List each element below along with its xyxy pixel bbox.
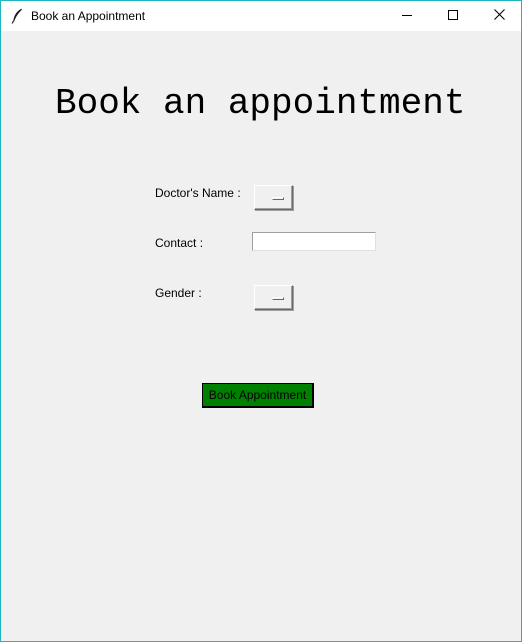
close-icon: [493, 7, 505, 25]
maximize-button[interactable]: [430, 1, 476, 31]
dropdown-indicator-icon: [272, 297, 284, 300]
maximize-icon: [448, 7, 458, 25]
title-bar[interactable]: Book an Appointment: [1, 1, 521, 31]
dropdown-indicator-icon: [272, 197, 284, 200]
close-button[interactable]: [476, 1, 522, 31]
app-window: Book an Appointment Book an appointment …: [0, 0, 522, 642]
contact-label: Contact :: [155, 236, 204, 250]
contact-input[interactable]: [252, 232, 376, 251]
book-appointment-button[interactable]: Book Appointment: [202, 383, 314, 408]
doctor-name-dropdown[interactable]: [254, 185, 293, 210]
feather-icon: [11, 8, 23, 24]
minimize-button[interactable]: [384, 1, 430, 31]
gender-dropdown[interactable]: [254, 285, 293, 310]
page-title: Book an appointment: [55, 83, 466, 124]
window-title: Book an Appointment: [31, 9, 146, 23]
doctor-name-label: Doctor's Name :: [155, 186, 241, 200]
gender-label: Gender :: [155, 286, 202, 300]
minimize-icon: [402, 7, 412, 25]
